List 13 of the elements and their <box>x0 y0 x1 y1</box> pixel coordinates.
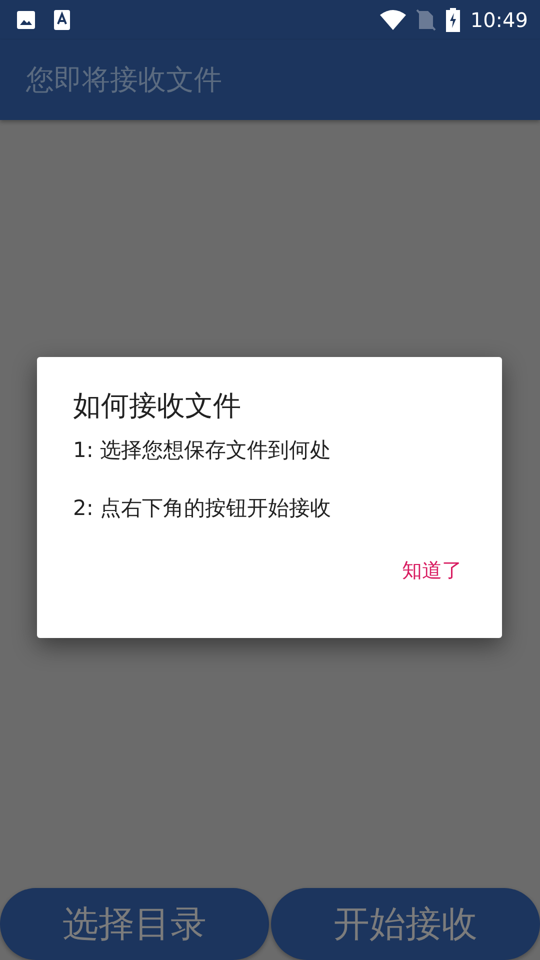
font-icon <box>54 10 70 30</box>
action-button[interactable]: 开始接收 <box>271 888 540 960</box>
action-button[interactable]: 选择目录 <box>0 888 269 960</box>
dialog-title: 如何接收文件 <box>73 388 242 424</box>
dismiss-button[interactable]: 知道了 <box>398 553 466 588</box>
battery-charging-icon <box>446 8 460 32</box>
image-icon <box>16 10 36 30</box>
clock-time: 10:49 <box>470 8 528 32</box>
app-bar-title: 您即将接收文件 <box>26 62 222 98</box>
instruction-text: 2: 点右下角的按钮开始接收 <box>73 495 332 522</box>
no-sim-icon <box>416 9 436 31</box>
instruction-text: 1: 选择您想保存文件到何处 <box>73 437 332 464</box>
wifi-icon <box>380 10 406 30</box>
